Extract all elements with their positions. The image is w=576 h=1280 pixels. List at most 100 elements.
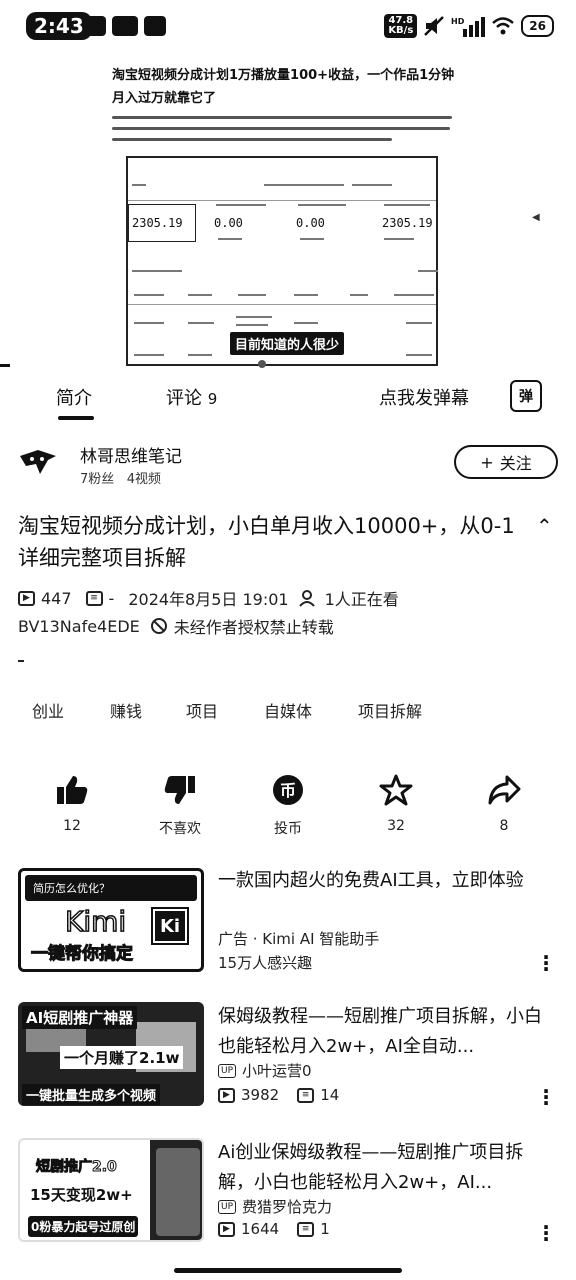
play-count: 3982	[241, 1086, 280, 1104]
star-icon	[379, 774, 413, 806]
thumb-text: 短剧推广2.0	[36, 1159, 118, 1176]
video-title: 淘宝短视频分成计划，小白单月收入10000+，从0-1详细完整项目拆解	[18, 514, 515, 570]
ad-source: 广告 · Kimi AI 智能助手	[218, 930, 380, 948]
publish-date: 2024年8月5日 19:01	[128, 590, 289, 609]
thumbs-up-icon	[57, 776, 88, 804]
thumb-text: Kimi	[64, 904, 127, 939]
mute-icon	[424, 16, 445, 36]
uploader-fans: 7粉丝	[80, 472, 115, 487]
uploader-name[interactable]: 林哥思维笔记	[80, 442, 182, 467]
up-badge-icon: UP	[218, 1199, 237, 1214]
video-player[interactable]: 淘宝短视频分成计划1万播放量100+收益，一个作品1分钟月入过万就靠它了 230…	[0, 40, 576, 370]
uploader-avatar[interactable]	[18, 446, 58, 478]
dislike-button[interactable]: 不喜欢	[140, 774, 220, 838]
dash-value: 0.00	[214, 216, 243, 230]
play-count-icon: ▶	[218, 1221, 235, 1237]
net-speed: 47.8 KB/s	[384, 14, 418, 38]
feed-stats: ▶ 3982 ≡ 14	[218, 1086, 339, 1104]
tab-indicator	[58, 416, 94, 420]
tab-comments-label: 评论	[166, 388, 202, 409]
video-description	[18, 660, 24, 662]
thumb-text: AI短剧推广神器	[22, 1006, 138, 1029]
tag-item[interactable]: 赚钱	[110, 698, 142, 722]
danmaku-count-icon: ≡	[297, 1221, 315, 1237]
uploader-videos: 4视频	[126, 472, 161, 487]
send-danmu-input[interactable]: 点我发弹幕	[379, 384, 469, 410]
progress-bar[interactable]	[0, 364, 10, 367]
more-options-icon[interactable]: · · ·	[540, 947, 552, 979]
feed-title: Ai创业保姆级教程——短剧推广项目拆解，小白也能轻松月入2w+，AI...	[218, 1142, 524, 1193]
thumb-text: 15天变现2w+	[30, 1186, 133, 1204]
tag-item[interactable]: 自媒体	[264, 698, 312, 722]
tag-item[interactable]: 项目拆解	[358, 698, 422, 722]
cover-paragraph	[112, 116, 457, 149]
feed-stats: ▶ 1644 ≡ 1	[218, 1220, 330, 1238]
forbidden-icon	[150, 618, 167, 634]
feed-item-ad[interactable]: 简历怎么优化？ Kimi Ki 一键帮你搞定 一款国内超火的免费AI工具，立即体…	[0, 866, 576, 979]
thumb-text: 0粉暴力起号过原创	[28, 1216, 139, 1237]
tag-item[interactable]: 创业	[32, 698, 64, 722]
feed-author: UP 费猎罗恰克力	[218, 1196, 332, 1217]
play-count: 447	[41, 588, 72, 608]
home-indicator[interactable]	[174, 1268, 402, 1273]
feed-item-video[interactable]: AI短剧推广神器 一个月赚了2.1w 一键批量生成多个视频 保姆级教程——短剧推…	[0, 1002, 576, 1113]
signal-icon: HD	[451, 17, 486, 37]
danmaku-count-icon: ≡	[85, 590, 103, 606]
thumb-text: 一键批量生成多个视频	[22, 1084, 161, 1105]
more-options-icon[interactable]: · · ·	[540, 1081, 552, 1113]
like-button[interactable]: 12	[32, 774, 112, 834]
interest-count: 15万人感兴趣	[218, 954, 313, 972]
dash-value: 2305.19	[382, 216, 433, 230]
feed-title: 一款国内超火的免费AI工具，立即体验	[218, 870, 524, 891]
collapse-chevron-icon[interactable]: ⌃	[536, 514, 553, 538]
tab-comments[interactable]: 评论 9	[166, 384, 217, 410]
tab-intro[interactable]: 简介	[56, 384, 92, 410]
progress-handle[interactable]	[258, 360, 266, 368]
up-badge-icon: UP	[218, 1063, 237, 1078]
kimi-logo: Ki	[151, 907, 189, 945]
danmu-toggle-icon[interactable]: 弹	[510, 380, 542, 412]
battery-icon: 26	[521, 15, 554, 37]
tab-bar: 简介 评论 9 点我发弹幕 弹	[0, 372, 576, 422]
like-count: 12	[63, 818, 81, 834]
play-count-icon: ▶	[18, 590, 35, 606]
play-count: 1644	[241, 1220, 280, 1238]
cursor-icon: ◀	[532, 212, 540, 223]
dislike-label: 不喜欢	[159, 821, 201, 837]
viewers-icon	[298, 590, 315, 607]
svg-text:HD: HD	[451, 17, 465, 26]
coin-label: 投币	[274, 821, 302, 837]
follow-label: 关注	[499, 454, 532, 473]
thumb-text: 一个月赚了2.1w	[60, 1046, 184, 1069]
share-count: 8	[499, 818, 509, 834]
svg-text:币: 币	[280, 781, 296, 800]
favorite-button[interactable]: 32	[356, 774, 436, 834]
more-options-icon[interactable]: · · ·	[540, 1217, 552, 1249]
bvid: BV13Nafe4EDE	[18, 616, 140, 636]
ad-thumbnail: 简历怎么优化？ Kimi Ki 一键帮你搞定	[18, 868, 204, 972]
feed-item-video[interactable]: 短剧推广2.0 15天变现2w+ 0粉暴力起号过原创 Ai创业保姆级教程——短剧…	[0, 1138, 576, 1249]
feed-title: 保姆级教程——短剧推广项目拆解，小白也能轻松月入2w+，AI全自动...	[218, 1006, 542, 1057]
notification-icon	[84, 16, 106, 36]
thumbs-down-icon	[164, 776, 195, 804]
danmaku-count: -	[108, 588, 115, 608]
thumb-text: 一键帮你搞定	[31, 944, 134, 965]
video-thumbnail: AI短剧推广神器 一个月赚了2.1w 一键批量生成多个视频	[18, 1002, 204, 1106]
play-count-icon: ▶	[218, 1087, 235, 1103]
coin-icon: 币	[273, 775, 303, 805]
video-thumbnail: 短剧推广2.0 15天变现2w+ 0粉暴力起号过原创	[18, 1138, 204, 1242]
author-name: 小叶运营0	[242, 1062, 312, 1080]
dash-value: 2305.19	[132, 216, 183, 230]
uploader-stats: 7粉丝 4视频	[80, 468, 161, 487]
feed-author: UP 小叶运营0	[218, 1060, 312, 1081]
tag-item[interactable]: 项目	[186, 698, 218, 722]
plus-icon: +	[480, 452, 494, 472]
thumb-text: 简历怎么优化？	[25, 875, 197, 901]
share-button[interactable]: 8	[464, 774, 544, 834]
follow-button[interactable]: + 关注	[454, 445, 558, 479]
comments-count: 9	[207, 390, 218, 408]
coin-button[interactable]: 币 投币	[248, 774, 328, 838]
share-icon	[488, 775, 521, 805]
notification-icon	[112, 16, 138, 36]
video-meta-2: BV13Nafe4EDE 未经作者授权禁止转载	[18, 614, 334, 638]
